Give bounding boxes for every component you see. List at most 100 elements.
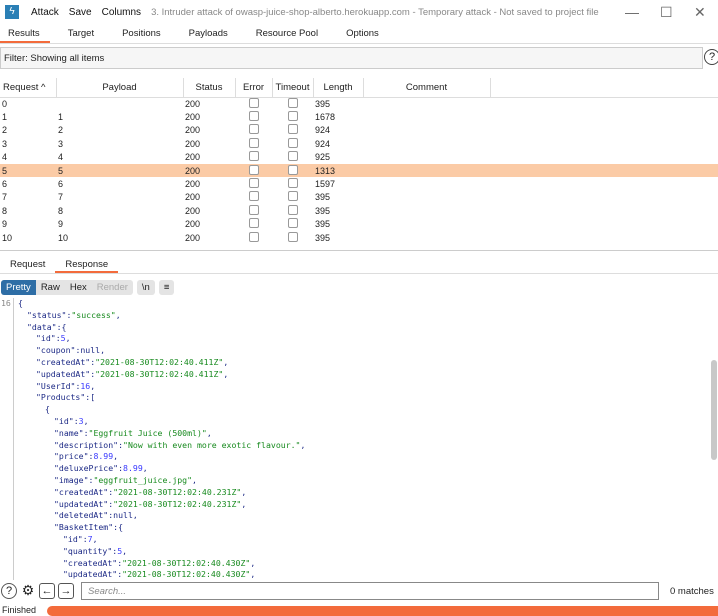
payload-cell: 1 (58, 112, 64, 123)
json-punct: , (241, 498, 247, 509)
help-icon[interactable]: ? (704, 49, 718, 65)
response-editor[interactable]: 16 {"status":"success", "data":{"id":5, "c… (0, 298, 710, 580)
table-row[interactable]: 1 1 200 1678 (0, 110, 718, 123)
pretty-button[interactable]: Pretty (1, 280, 36, 295)
help-icon[interactable]: ? (1, 583, 17, 599)
tab-request[interactable]: Request (0, 257, 55, 273)
payload-cell: 7 (58, 192, 64, 203)
code-line: "updatedAt":"2021-08-30T12:02:40.231Z", (54, 498, 247, 509)
checkbox[interactable] (287, 218, 298, 229)
checkbox[interactable] (248, 97, 259, 108)
json-punct: :{ (113, 522, 124, 533)
code-line: "id":5, (36, 333, 71, 344)
payload-cell: 5 (56, 163, 183, 178)
menu-columns[interactable]: Columns (102, 7, 141, 18)
checkbox[interactable] (248, 218, 259, 229)
column-header[interactable]: Status (183, 78, 236, 98)
table-row[interactable]: 4 4 200 925 (0, 151, 718, 164)
checkbox[interactable] (248, 178, 259, 189)
checkbox[interactable] (248, 231, 259, 242)
table-row[interactable]: 9 9 200 395 (0, 218, 718, 231)
code-line: "description":"Now with even more exotic… (54, 439, 306, 450)
error-checkbox (235, 231, 272, 244)
table-row[interactable]: 2 2 200 924 (0, 124, 718, 137)
status-cell: 200 (185, 205, 201, 216)
checkbox[interactable] (287, 191, 298, 202)
tab-options[interactable]: Options (338, 24, 389, 43)
minimize-icon[interactable]: — (625, 4, 639, 20)
menu-save[interactable]: Save (69, 7, 92, 18)
table-row[interactable]: 7 7 200 395 (0, 191, 718, 204)
column-header[interactable]: Payload (56, 78, 184, 98)
comment-cell (363, 191, 490, 204)
column-header[interactable]: Timeout (272, 78, 314, 98)
length-cell: 395 (315, 205, 331, 216)
json-key: "status" (27, 309, 67, 320)
tab-response[interactable]: Response (55, 257, 119, 273)
json-string: "Now with even more exotic flavour." (123, 439, 301, 450)
checkbox[interactable] (248, 151, 259, 162)
hex-button[interactable]: Hex (65, 280, 92, 295)
column-header[interactable]: Error (235, 78, 273, 98)
tab-positions[interactable]: Positions (114, 24, 171, 43)
empty-cell (490, 204, 718, 217)
column-header[interactable]: Length (313, 78, 364, 98)
checkbox[interactable] (287, 164, 298, 175)
tab-resource-pool[interactable]: Resource Pool (248, 24, 328, 43)
raw-button[interactable]: Raw (36, 280, 65, 295)
error-checkbox (235, 110, 272, 123)
newline-toggle-button[interactable]: \n (137, 280, 155, 295)
menu-icon[interactable]: ≡ (159, 280, 175, 295)
checkbox[interactable] (287, 231, 298, 242)
checkbox[interactable] (248, 164, 259, 175)
checkbox[interactable] (287, 151, 298, 162)
json-null: null (80, 345, 101, 356)
table-row[interactable]: 10 10 200 395 (0, 231, 718, 244)
request-cell: 9 (2, 219, 8, 230)
filter-bar[interactable]: Filter: Showing all items (0, 47, 703, 69)
checkbox[interactable] (248, 111, 259, 122)
splitter-handle[interactable] (0, 250, 718, 254)
scrollbar[interactable] (711, 360, 717, 460)
checkbox[interactable] (287, 124, 298, 135)
tab-payloads[interactable]: Payloads (181, 24, 238, 43)
close-icon[interactable]: ✕ (694, 4, 706, 21)
checkbox[interactable] (248, 124, 259, 135)
gear-icon[interactable]: ⚙ (20, 583, 36, 599)
json-key: "updatedAt" (54, 498, 109, 509)
status-cell: 200 (185, 152, 201, 163)
checkbox[interactable] (248, 137, 259, 148)
checkbox[interactable] (287, 178, 298, 189)
json-string: "2021-08-30T12:02:40.430Z" (122, 557, 251, 568)
tab-target[interactable]: Target (60, 24, 104, 43)
json-punct: :[ (85, 392, 96, 403)
checkbox[interactable] (287, 137, 298, 148)
render-button[interactable]: Render (92, 280, 133, 295)
tab-results[interactable]: Results (0, 24, 50, 43)
checkbox[interactable] (287, 97, 298, 108)
column-header[interactable]: Request ^ (0, 78, 57, 98)
checkbox[interactable] (248, 191, 259, 202)
json-string: "eggfruit_juice.jpg" (93, 474, 193, 485)
menu-attack[interactable]: Attack (31, 7, 59, 18)
code-line: "quantity":5, (63, 545, 128, 556)
comment-cell (363, 177, 490, 190)
length-cell: 395 (315, 232, 331, 243)
empty-cell (490, 218, 718, 231)
table-row[interactable]: 5 5 200 1313 (0, 163, 718, 178)
back-arrow-icon[interactable]: ← (39, 583, 55, 599)
length-cell: 395 (315, 192, 331, 203)
table-row[interactable]: 6 6 200 1597 (0, 177, 718, 190)
table-row[interactable]: 8 8 200 395 (0, 204, 718, 217)
checkbox[interactable] (248, 204, 259, 215)
checkbox[interactable] (287, 111, 298, 122)
table-row[interactable]: 3 3 200 924 (0, 137, 718, 150)
forward-arrow-icon[interactable]: → (58, 583, 74, 599)
table-row[interactable]: 0 200 395 (0, 97, 718, 110)
json-punct: , (92, 533, 98, 544)
empty-cell (490, 191, 718, 204)
column-header[interactable]: Comment (363, 78, 491, 98)
maximize-icon[interactable]: ☐ (660, 4, 673, 21)
search-input[interactable]: Search... (81, 582, 659, 600)
checkbox[interactable] (287, 204, 298, 215)
